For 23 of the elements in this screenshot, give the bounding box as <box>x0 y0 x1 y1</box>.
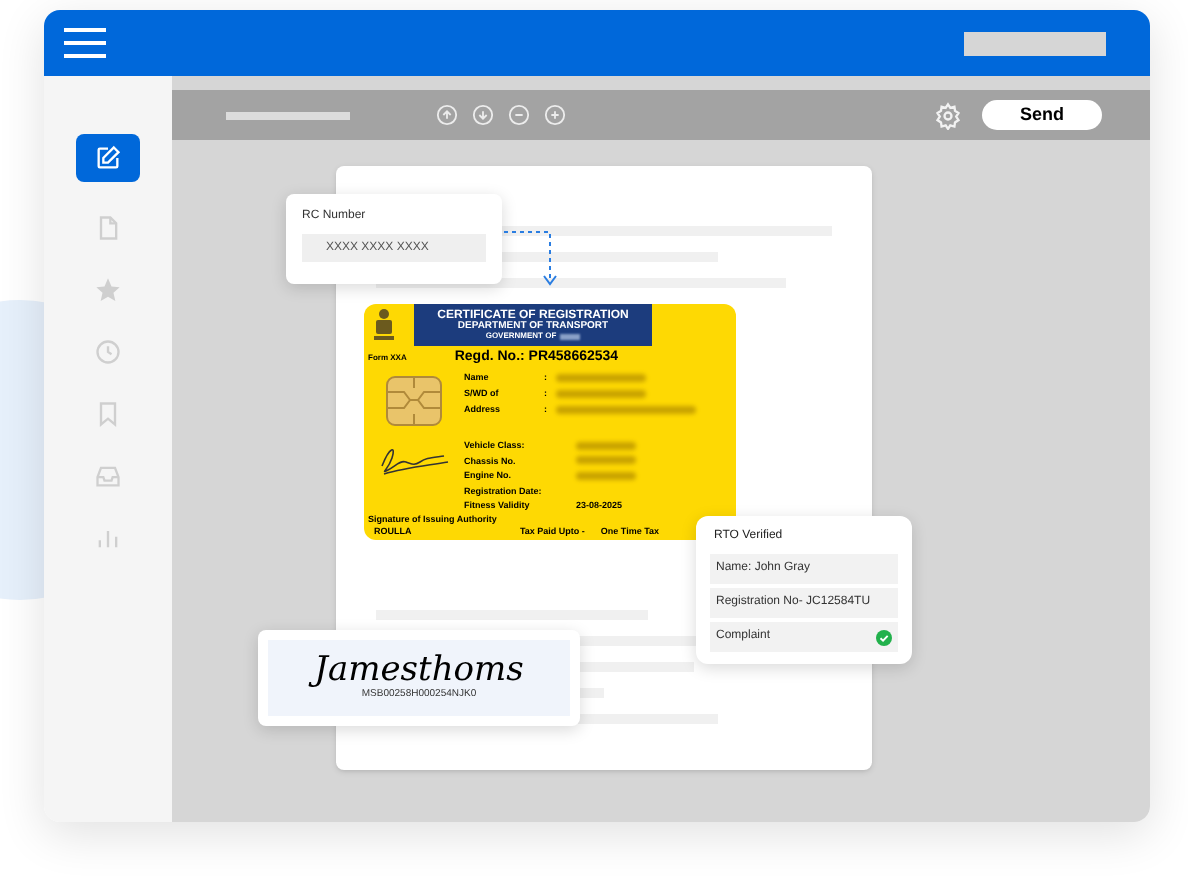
zoom-in-icon[interactable] <box>544 104 566 126</box>
chip-icon <box>386 376 442 426</box>
dotted-arrow <box>504 226 560 290</box>
zoom-out-icon[interactable] <box>508 104 530 126</box>
download-icon[interactable] <box>472 104 494 126</box>
scroll-up-icon[interactable] <box>436 104 458 126</box>
blurred-text <box>556 390 646 398</box>
blurred-text <box>560 333 581 339</box>
file-icon <box>94 214 122 242</box>
clock-icon <box>94 338 122 366</box>
emblem-icon <box>372 308 396 342</box>
menu-icon[interactable] <box>64 28 106 58</box>
header-placeholder-bar <box>964 31 1106 55</box>
edit-icon <box>94 144 122 172</box>
inbox-icon <box>94 462 122 490</box>
blurred-text <box>556 406 696 414</box>
star-icon <box>94 276 122 304</box>
settings-icon[interactable] <box>934 101 962 129</box>
send-button[interactable]: Send <box>982 100 1102 130</box>
blurred-text <box>556 374 646 382</box>
title-placeholder-bar <box>226 111 350 119</box>
bookmark-icon <box>94 400 122 428</box>
sidebar-item[interactable] <box>76 134 140 182</box>
